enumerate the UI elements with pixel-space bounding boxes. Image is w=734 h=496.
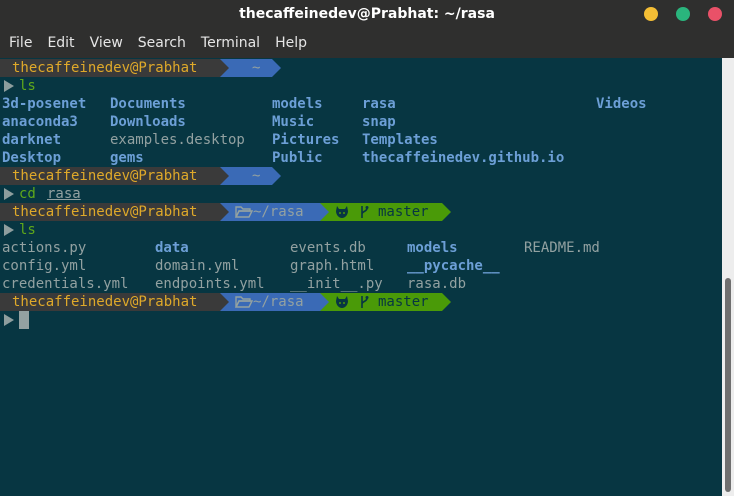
minimize-button[interactable] [644, 7, 658, 21]
dir-entry: Downloads [110, 114, 186, 130]
dir-entry: snap [362, 114, 396, 130]
list-item: anaconda3 Downloads Music snap [0, 113, 722, 131]
file-entry: config.yml [2, 258, 87, 274]
prompt-separator [442, 293, 451, 311]
file-entry: examples.desktop [110, 132, 245, 148]
git-branch-name: master [378, 204, 429, 220]
prompt-git-segment: master [320, 293, 442, 311]
file-entry: endpoints.yml [155, 276, 265, 292]
dir-entry: thecaffeinedev.github.io [362, 150, 565, 166]
file-entry: actions.py [2, 240, 87, 256]
maximize-button[interactable] [676, 7, 690, 21]
dir-entry: Templates [362, 132, 438, 148]
prompt-path: ~/rasa [253, 204, 304, 220]
prompt-arrow-icon [4, 314, 14, 326]
prompt-arrow-icon [4, 224, 14, 236]
dir-entry: Videos [596, 96, 647, 112]
command-line: ls [0, 221, 722, 239]
menu-bar: File Edit View Search Terminal Help [0, 28, 734, 58]
git-branch-name: master [378, 294, 429, 310]
title-bar[interactable]: thecaffeinedev@Prabhat: ~/rasa [0, 0, 734, 28]
scrollbar[interactable] [722, 58, 734, 496]
dir-entry: 3d-posenet [2, 96, 87, 112]
prompt-separator [220, 59, 229, 77]
folder-open-icon [235, 206, 253, 218]
dir-entry: data [155, 240, 189, 256]
dir-entry: Music [272, 114, 315, 130]
github-icon [336, 296, 348, 308]
prompt-line: thecaffeinedev@Prabhat ~ [0, 59, 722, 77]
file-entry: domain.yml [155, 258, 240, 274]
list-item: 3d-posenet Documents models rasa Videos [0, 95, 722, 113]
input-line[interactable] [0, 311, 722, 329]
list-item: actions.py data events.db models README.… [0, 239, 722, 257]
close-button[interactable] [708, 7, 722, 21]
dir-entry: darknet [2, 132, 62, 148]
prompt-path-segment: ~/rasa [220, 203, 320, 221]
git-branch-icon [361, 296, 369, 308]
text-cursor [19, 311, 29, 329]
dir-entry: models [407, 240, 458, 256]
file-entry: credentials.yml [2, 276, 129, 292]
prompt-path-segment: ~/rasa [220, 293, 320, 311]
prompt-user: thecaffeinedev@Prabhat [0, 167, 220, 185]
list-item: config.yml domain.yml graph.html __pycac… [0, 257, 722, 275]
dir-entry: __pycache__ [407, 258, 500, 274]
dir-entry: anaconda3 [2, 114, 78, 130]
list-item: credentials.yml endpoints.yml __init__.p… [0, 275, 722, 293]
scrollbar-thumb[interactable] [725, 278, 731, 492]
github-icon [336, 206, 348, 218]
terminal-output[interactable]: thecaffeinedev@Prabhat ~ ls 3d-posenet D… [0, 58, 722, 496]
prompt-line: thecaffeinedev@Prabhat ~/rasa master [0, 203, 722, 221]
prompt-separator [320, 293, 329, 311]
menu-file[interactable]: File [9, 35, 32, 51]
prompt-separator [220, 203, 229, 221]
window-title: thecaffeinedev@Prabhat: ~/rasa [239, 6, 495, 22]
prompt-arrow-icon [4, 188, 14, 200]
dir-entry: Documents [110, 96, 186, 112]
file-entry: README.md [524, 240, 600, 256]
prompt-user: thecaffeinedev@Prabhat [0, 59, 220, 77]
list-item: Desktop gems Public thecaffeinedev.githu… [0, 149, 722, 167]
terminal-window: thecaffeinedev@Prabhat: ~/rasa File Edit… [0, 0, 734, 496]
dir-entry: models [272, 96, 323, 112]
file-entry: events.db [290, 240, 366, 256]
prompt-user: thecaffeinedev@Prabhat [0, 203, 220, 221]
prompt-user: thecaffeinedev@Prabhat [0, 293, 220, 311]
dir-entry: Pictures [272, 132, 340, 148]
menu-view[interactable]: View [90, 35, 123, 51]
prompt-separator [220, 293, 229, 311]
menu-terminal[interactable]: Terminal [201, 35, 260, 51]
prompt-arrow-icon [4, 80, 14, 92]
command-argument: rasa [47, 186, 81, 202]
prompt-git-segment: master [320, 203, 442, 221]
folder-open-icon [235, 296, 253, 308]
command-text: cd [19, 186, 36, 202]
prompt-separator [272, 59, 281, 77]
list-item: darknet examples.desktop Pictures Templa… [0, 131, 722, 149]
dir-entry: Desktop [2, 150, 62, 166]
command-line: ls [0, 77, 722, 95]
command-text: ls [19, 222, 36, 238]
prompt-line: thecaffeinedev@Prabhat ~/rasa master [0, 293, 722, 311]
command-text: ls [19, 78, 36, 94]
prompt-line: thecaffeinedev@Prabhat ~ [0, 167, 722, 185]
menu-help[interactable]: Help [275, 35, 307, 51]
prompt-separator [272, 167, 281, 185]
git-branch-icon [361, 206, 369, 218]
dir-entry: Public [272, 150, 323, 166]
menu-edit[interactable]: Edit [47, 35, 74, 51]
prompt-separator [320, 203, 329, 221]
dir-entry: rasa [362, 96, 396, 112]
file-entry: graph.html [290, 258, 375, 274]
prompt-separator [220, 167, 229, 185]
prompt-separator [442, 203, 451, 221]
file-entry: rasa.db [407, 276, 467, 292]
menu-search[interactable]: Search [138, 35, 186, 51]
dir-entry: gems [110, 150, 144, 166]
prompt-path: ~/rasa [253, 294, 304, 310]
file-entry: __init__.py [290, 276, 383, 292]
command-line: cd rasa [0, 185, 722, 203]
